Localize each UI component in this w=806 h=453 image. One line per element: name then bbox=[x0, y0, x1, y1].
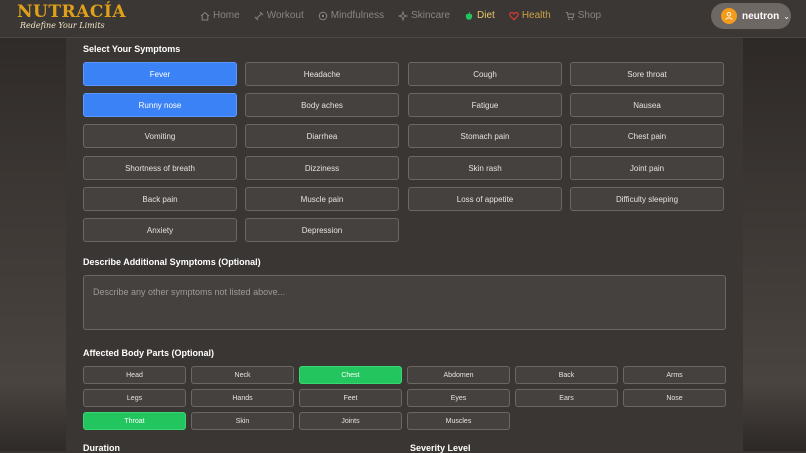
nav-label: Diet bbox=[477, 10, 495, 21]
symptom-option[interactable]: Shortness of breath bbox=[83, 156, 237, 180]
symptom-option[interactable]: Body aches bbox=[245, 93, 399, 117]
nav-health[interactable]: Health bbox=[509, 10, 551, 21]
body-part-option[interactable]: Legs bbox=[83, 389, 186, 407]
cart-icon bbox=[565, 11, 575, 21]
body-part-option[interactable]: Hands bbox=[191, 389, 294, 407]
body-part-option[interactable]: Back bbox=[515, 366, 618, 384]
body-part-option[interactable]: Eyes bbox=[407, 389, 510, 407]
dumbbell-icon bbox=[254, 11, 264, 21]
symptom-option[interactable]: Loss of appetite bbox=[408, 187, 562, 211]
symptom-option[interactable]: Dizziness bbox=[245, 156, 399, 180]
nav-label: Skincare bbox=[411, 10, 451, 21]
background-right bbox=[740, 0, 806, 451]
body-part-option[interactable]: Nose bbox=[623, 389, 726, 407]
symptom-option[interactable]: Stomach pain bbox=[408, 124, 562, 148]
symptom-option[interactable]: Depression bbox=[245, 218, 399, 242]
symptom-option[interactable]: Vomiting bbox=[83, 124, 237, 148]
body-parts-title: Affected Body Parts (Optional) bbox=[83, 348, 215, 358]
additional-symptoms-input[interactable]: Describe any other symptoms not listed a… bbox=[83, 275, 726, 330]
symptom-option[interactable]: Back pain bbox=[83, 187, 237, 211]
symptom-option[interactable]: Headache bbox=[245, 62, 399, 86]
nav-diet[interactable]: Diet bbox=[464, 10, 495, 21]
heart-icon bbox=[509, 11, 519, 21]
user-name: neutron bbox=[742, 10, 780, 22]
symptom-option[interactable]: Nausea bbox=[570, 93, 724, 117]
home-icon bbox=[200, 11, 210, 21]
body-part-option[interactable]: Joints bbox=[299, 412, 402, 430]
symptom-option[interactable]: Joint pain bbox=[570, 156, 724, 180]
body-part-option[interactable]: Neck bbox=[191, 366, 294, 384]
severity-title: Severity Level bbox=[410, 443, 471, 453]
chevron-down-icon: ⌄ bbox=[783, 11, 790, 21]
nav-home[interactable]: Home bbox=[200, 10, 240, 21]
symptom-option[interactable]: Muscle pain bbox=[245, 187, 399, 211]
body-part-option[interactable]: Chest bbox=[299, 366, 402, 384]
symptom-option[interactable]: Difficulty sleeping bbox=[570, 187, 724, 211]
symptoms-title: Select Your Symptoms bbox=[83, 44, 181, 54]
user-icon bbox=[725, 12, 733, 20]
duration-title: Duration bbox=[83, 443, 120, 453]
user-menu-button[interactable]: neutron ⌄ bbox=[711, 3, 791, 29]
nav-label: Home bbox=[213, 10, 240, 21]
symptom-option[interactable]: Anxiety bbox=[83, 218, 237, 242]
brand-tagline: Redefine Your Limits bbox=[20, 21, 105, 30]
main-nav: Home Workout Mindfulness Skincare Diet H… bbox=[200, 10, 615, 21]
body-part-option[interactable]: Feet bbox=[299, 389, 402, 407]
body-part-option[interactable]: Abdomen bbox=[407, 366, 510, 384]
avatar bbox=[721, 8, 737, 24]
nav-label: Health bbox=[521, 10, 551, 21]
mind-icon bbox=[318, 11, 328, 21]
body-part-option[interactable]: Arms bbox=[623, 366, 726, 384]
symptom-option[interactable]: Diarrhea bbox=[245, 124, 399, 148]
symptom-option[interactable]: Runny nose bbox=[83, 93, 237, 117]
additional-symptoms-placeholder: Describe any other symptoms not listed a… bbox=[93, 287, 286, 297]
symptom-option[interactable]: Sore throat bbox=[570, 62, 724, 86]
symptom-option[interactable]: Chest pain bbox=[570, 124, 724, 148]
symptom-option[interactable]: Skin rash bbox=[408, 156, 562, 180]
nav-shop[interactable]: Shop bbox=[565, 10, 601, 21]
body-part-option[interactable]: Skin bbox=[191, 412, 294, 430]
brand-name: NUTRACÍA bbox=[17, 2, 127, 22]
body-part-option[interactable]: Ears bbox=[515, 389, 618, 407]
nav-label: Mindfulness bbox=[330, 10, 385, 21]
body-part-option[interactable]: Head bbox=[83, 366, 186, 384]
nav-label: Workout bbox=[266, 10, 304, 21]
symptom-option[interactable]: Fever bbox=[83, 62, 237, 86]
additional-symptoms-title: Describe Additional Symptoms (Optional) bbox=[83, 257, 261, 267]
body-part-option[interactable]: Throat bbox=[83, 412, 186, 430]
background-left bbox=[0, 0, 66, 451]
nav-workout[interactable]: Workout bbox=[254, 10, 304, 21]
top-navbar: NUTRACÍA Redefine Your Limits Home Worko… bbox=[0, 0, 806, 38]
nav-label: Shop bbox=[577, 10, 602, 21]
apple-icon bbox=[464, 11, 474, 21]
symptom-option[interactable]: Cough bbox=[408, 62, 562, 86]
nav-mindfulness[interactable]: Mindfulness bbox=[318, 10, 384, 21]
symptom-option[interactable]: Fatigue bbox=[408, 93, 562, 117]
brand-logo[interactable]: NUTRACÍA Redefine Your Limits bbox=[17, 3, 126, 31]
nav-skincare[interactable]: Skincare bbox=[398, 10, 450, 21]
sparkle-icon bbox=[398, 10, 409, 21]
body-part-option[interactable]: Muscles bbox=[407, 412, 510, 430]
